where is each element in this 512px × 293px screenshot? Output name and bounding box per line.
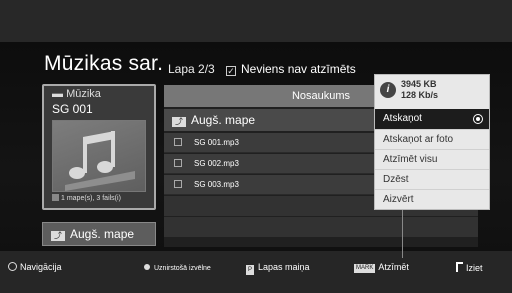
help-page-change: P Lapas maiņa (246, 262, 310, 275)
folder-summary-label: 1 mape(s), 3 fails(i) (61, 195, 121, 202)
menu-item-label: Atskaņot ar foto (383, 134, 454, 145)
folder-icon (52, 194, 59, 201)
parent-folder-label: Augš. mape (191, 113, 256, 127)
up-folder-icon: ⤴ (51, 231, 65, 241)
help-options-label: Uznirstošā izvēlne (154, 265, 211, 272)
help-mark-label: Atzīmēt (378, 262, 409, 272)
page-title: Mūzikas sar. (44, 52, 164, 75)
menu-item-label: Dzēst (383, 174, 409, 185)
help-navigation: Navigācija (8, 262, 62, 272)
folder-preview-card: ▬ Mūzika SG 001 1 mape(s), 3 fails(i) (42, 84, 156, 210)
folder-crumb-label: Mūzika (66, 88, 101, 100)
help-mark: MARK Atzīmēt (354, 262, 409, 273)
menu-item-label: Atzīmēt visu (383, 154, 438, 165)
radio-selected-icon (473, 114, 483, 124)
help-exit: Iziet (456, 262, 483, 273)
page-indicator: Lapa 2/3 (168, 62, 215, 76)
music-note-icon (65, 131, 135, 191)
help-navigation-label: Navigācija (20, 262, 62, 272)
menu-item-play-with-photo[interactable]: Atskaņot ar foto (375, 129, 489, 149)
file-name: SG 002.mp3 (194, 159, 239, 168)
menu-item-label: Aizvērt (383, 194, 414, 205)
menu-item-mark-all[interactable]: Atzīmēt visu (375, 149, 489, 169)
menu-item-play[interactable]: Atskaņot (375, 109, 489, 129)
up-folder-icon: ⤴ (172, 117, 186, 127)
help-options: Uznirstošā izvēlne (144, 262, 211, 272)
empty-row (164, 217, 478, 237)
file-size: 3945 KB (401, 79, 437, 89)
file-bitrate: 128 Kb/s (401, 90, 439, 100)
file-name: SG 001.mp3 (194, 138, 239, 147)
exit-icon (456, 262, 463, 272)
help-page-change-label: Lapas maiņa (258, 262, 310, 272)
options-popup-menu: i 3945 KB 128 Kb/s Atskaņot Atskaņot ar … (374, 74, 490, 210)
mark-status: ✓ Neviens nav atzīmēts (226, 62, 356, 76)
top-bar (0, 0, 512, 42)
page-key-icon: P (246, 265, 254, 275)
checkbox-icon[interactable] (174, 138, 182, 146)
menu-item-label: Atskaņot (383, 113, 422, 124)
checkbox-icon: ✓ (226, 66, 236, 76)
file-info: i 3945 KB 128 Kb/s (375, 75, 489, 109)
folder-name: SG 001 (52, 102, 93, 116)
menu-item-close[interactable]: Aizvērt (375, 189, 489, 209)
folder-icon: ▬ (52, 88, 63, 100)
checkbox-icon[interactable] (174, 180, 182, 188)
menu-connector-line (402, 210, 403, 258)
mark-key-icon: MARK (354, 264, 376, 273)
up-folder-button[interactable]: ⤴ Augš. mape (42, 222, 156, 246)
nav-dpad-icon (8, 262, 17, 271)
folder-summary: 1 mape(s), 3 fails(i) (52, 194, 121, 202)
ok-button-icon (144, 264, 150, 270)
album-art (52, 120, 146, 192)
up-folder-button-label: Augš. mape (70, 227, 135, 241)
checkbox-icon[interactable] (174, 159, 182, 167)
folder-crumb: ▬ Mūzika (52, 88, 101, 100)
help-exit-label: Iziet (466, 263, 483, 273)
file-name: SG 003.mp3 (194, 180, 239, 189)
mark-status-label: Neviens nav atzīmēts (241, 62, 356, 76)
menu-item-delete[interactable]: Dzēst (375, 169, 489, 189)
info-icon: i (380, 82, 396, 98)
